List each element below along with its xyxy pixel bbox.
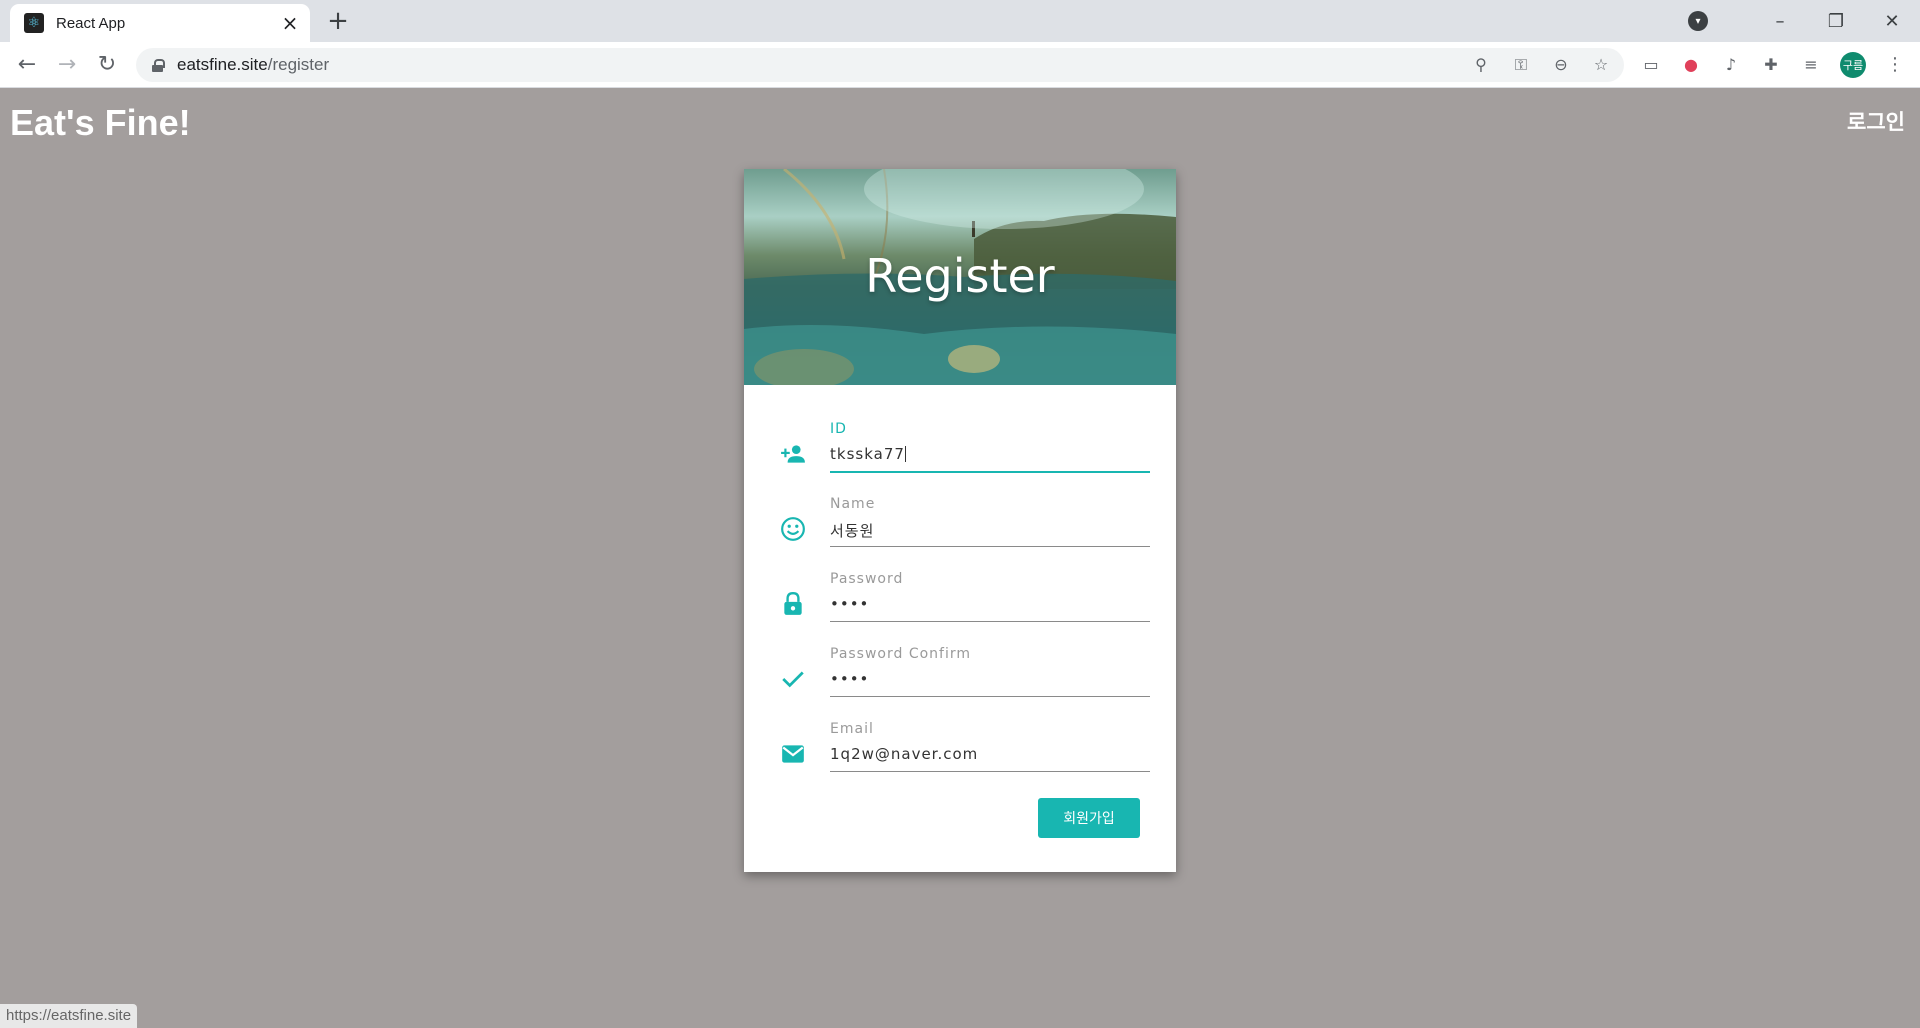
text-caret <box>904 446 906 462</box>
password-confirm-underline <box>830 696 1150 697</box>
tab-close-icon[interactable]: × <box>280 13 300 33</box>
puzzle-icon[interactable]: ✚ <box>1760 54 1782 76</box>
zoom-icon[interactable]: ⊖ <box>1552 56 1570 74</box>
register-header-image: Register <box>744 169 1176 385</box>
name-underline <box>830 546 1150 547</box>
profile-avatar[interactable]: 구름 <box>1840 52 1866 78</box>
extensions-area: ▭ ● ♪ ✚ ≡ 구름 ⋮ <box>1640 42 1906 88</box>
register-card: Register ID tksska77 Name 서동원 Password •… <box>744 169 1176 872</box>
register-title: Register <box>865 249 1055 303</box>
password-confirm-input-value[interactable]: •••• <box>830 670 869 688</box>
name-input-value[interactable]: 서동원 <box>830 520 874 541</box>
register-submit-button[interactable]: 회원가입 <box>1038 798 1140 838</box>
email-field[interactable]: Email 1q2w@naver.com <box>780 715 1150 775</box>
id-input-value[interactable]: tksska77 <box>830 445 906 463</box>
sound-icon[interactable]: ♪ <box>1720 54 1742 76</box>
location-pin-icon[interactable]: ⚲ <box>1472 56 1490 74</box>
bookmark-star-icon[interactable]: ☆ <box>1592 56 1610 74</box>
extension-dots-icon[interactable]: ● <box>1680 54 1702 76</box>
email-input-value[interactable]: 1q2w@naver.com <box>830 745 978 763</box>
add-person-icon <box>781 445 805 463</box>
url-path: /register <box>267 55 330 74</box>
site-logo[interactable]: Eat's Fine! <box>10 102 191 144</box>
lock-icon[interactable] <box>152 58 165 72</box>
check-icon <box>782 671 804 688</box>
mail-icon <box>782 745 804 763</box>
browser-toolbar: ← → ↻ eatsfine.site /register ⚲ ⚿ ⊖ ☆ ▭ … <box>0 42 1920 88</box>
name-label: Name <box>830 496 876 512</box>
more-menu-icon[interactable]: ⋮ <box>1884 54 1906 76</box>
email-label: Email <box>830 721 874 737</box>
reload-button[interactable]: ↻ <box>92 50 122 80</box>
password-input-value[interactable]: •••• <box>830 595 869 613</box>
login-link[interactable]: 로그인 <box>1847 106 1905 136</box>
email-underline <box>830 771 1150 772</box>
restore-button[interactable]: ❐ <box>1808 0 1864 42</box>
address-bar[interactable]: eatsfine.site /register ⚲ ⚿ ⊖ ☆ <box>136 48 1624 82</box>
id-label: ID <box>830 421 847 437</box>
new-tab-button[interactable]: + <box>324 8 352 36</box>
lock-icon <box>784 591 802 615</box>
id-underline <box>830 471 1150 473</box>
back-button[interactable]: ← <box>12 50 42 80</box>
smiley-icon <box>781 517 805 541</box>
browser-tab-bar: ⚛ React App × + ▾ – ❐ ✕ <box>0 0 1920 42</box>
password-label: Password <box>830 571 904 587</box>
forward-button[interactable]: → <box>52 50 82 80</box>
password-field[interactable]: Password •••• <box>780 565 1150 625</box>
status-bar-url: https://eatsfine.site <box>0 1004 138 1028</box>
react-favicon-icon: ⚛ <box>24 13 44 33</box>
media-queue-icon[interactable]: ≡ <box>1800 54 1822 76</box>
password-underline <box>830 621 1150 622</box>
name-field[interactable]: Name 서동원 <box>780 490 1150 550</box>
close-window-button[interactable]: ✕ <box>1864 0 1920 42</box>
cast-icon[interactable]: ▭ <box>1640 54 1662 76</box>
url-host: eatsfine.site <box>177 55 268 74</box>
tab-title: React App <box>56 14 126 32</box>
window-controls: ▾ – ❐ ✕ <box>1688 0 1920 42</box>
password-confirm-field[interactable]: Password Confirm •••• <box>780 640 1150 700</box>
key-icon[interactable]: ⚿ <box>1512 56 1530 74</box>
password-confirm-label: Password Confirm <box>830 646 972 662</box>
tab-search-icon[interactable]: ▾ <box>1688 11 1708 31</box>
browser-tab[interactable]: ⚛ React App × <box>10 4 310 42</box>
id-field[interactable]: ID tksska77 <box>780 415 1150 475</box>
address-bar-actions: ⚲ ⚿ ⊖ ☆ <box>1472 48 1610 82</box>
minimize-button[interactable]: – <box>1752 0 1808 42</box>
